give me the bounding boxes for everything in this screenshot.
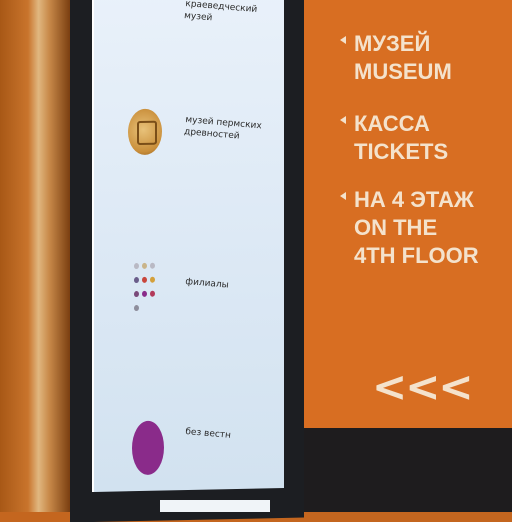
sign-bottom-strip (304, 428, 512, 512)
wooden-wall (0, 0, 70, 512)
dots-grid-icon (134, 262, 158, 320)
sign-text-en: 4TH FLOOR (354, 243, 479, 268)
sign-row-fourth-floor: НА 4 ЭТАЖ ON THE 4TH FLOOR (340, 186, 479, 270)
information-kiosk: краеведческий музей музей пермских древн… (70, 0, 304, 522)
left-arrow-icon (340, 36, 346, 44)
coin-icon (128, 108, 162, 156)
sign-row-tickets: КАССА TICKETS (340, 110, 449, 166)
kiosk-screen[interactable]: краеведческий музей музей пермских древн… (92, 0, 284, 492)
kiosk-item-label: без вестн (184, 427, 232, 441)
purple-circle-icon (132, 420, 164, 476)
kiosk-item-label: филиалы (184, 277, 230, 291)
sign-text-en: TICKETS (354, 139, 449, 164)
sign-text-ru: НА 4 ЭТАЖ (354, 187, 474, 212)
kiosk-item-label: музей пермских древностей (183, 115, 263, 142)
sign-text-ru: КАССА (354, 111, 430, 136)
kiosk-item-no-showcase[interactable]: без вестн (94, 418, 284, 482)
wayfinding-sign: МУЗЕЙ MUSEUM КАССА TICKETS НА 4 ЭТАЖ ON … (304, 0, 512, 428)
chevrons-left-icon: <<< (372, 362, 474, 411)
sign-row-museum: МУЗЕЙ MUSEUM (340, 30, 452, 86)
sign-text-ru: МУЗЕЙ (354, 31, 431, 56)
left-arrow-icon (340, 116, 346, 124)
sign-text-en: ON THE (354, 215, 438, 240)
kiosk-item-branches[interactable]: филиалы (94, 260, 284, 324)
left-arrow-icon (340, 192, 346, 200)
kiosk-item-local-history-museum[interactable]: краеведческий музей (94, 0, 284, 60)
sign-text-en: MUSEUM (354, 59, 452, 84)
kiosk-item-label: краеведческий музей (183, 0, 258, 24)
kiosk-base (160, 500, 270, 512)
kiosk-item-perm-antiquities[interactable]: музей пермских древностей (94, 106, 284, 170)
